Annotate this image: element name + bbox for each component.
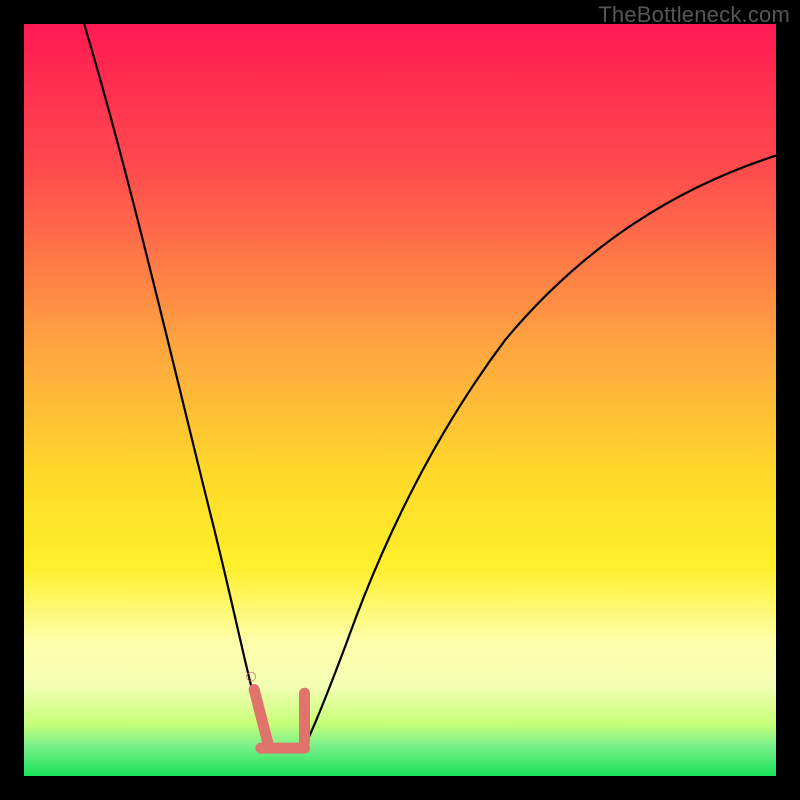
bottleneck-curve <box>24 24 776 776</box>
trough-marker-left <box>254 690 268 743</box>
chart-frame: TheBottleneck.com <box>0 0 800 800</box>
curve-left-branch <box>84 24 272 750</box>
trough-marker-left-dot <box>251 676 252 677</box>
plot-area <box>24 24 776 776</box>
watermark-text: TheBottleneck.com <box>598 2 790 28</box>
trough-marker-group <box>251 676 305 748</box>
curve-right-branch <box>302 156 776 750</box>
